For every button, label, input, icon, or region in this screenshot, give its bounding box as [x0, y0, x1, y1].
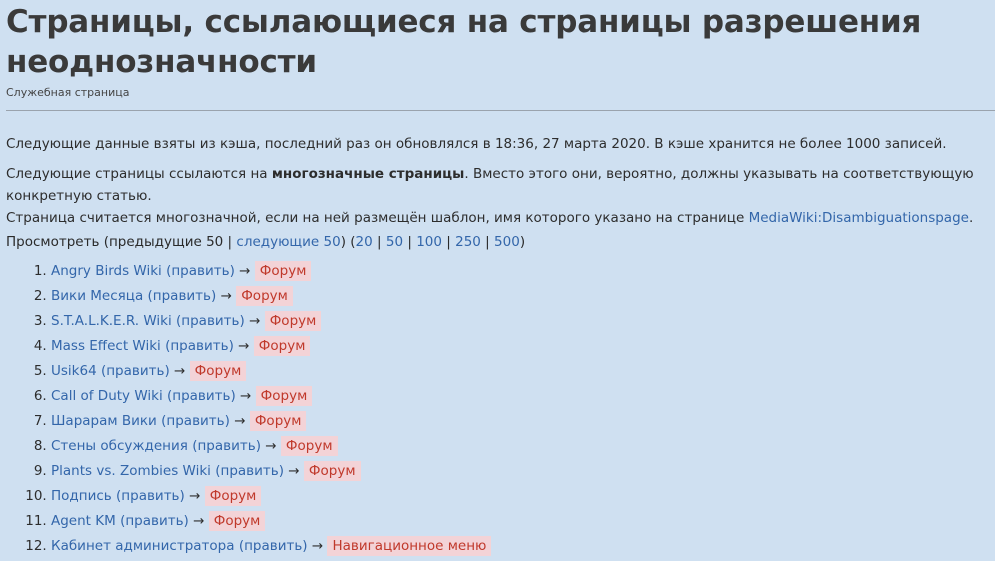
pager-separator: |: [480, 234, 495, 250]
page-link[interactable]: Plants vs. Zombies Wiki: [51, 463, 211, 479]
arrow-icon: →: [260, 438, 281, 454]
edit-link[interactable]: (править): [161, 413, 230, 429]
arrow-icon: →: [216, 288, 237, 304]
arrow-icon: →: [184, 488, 205, 504]
page-link[interactable]: Кабинет администратора: [51, 538, 235, 554]
target-link[interactable]: Форум: [204, 486, 262, 506]
target-link[interactable]: Форум: [280, 436, 338, 456]
edit-link[interactable]: (править): [192, 438, 261, 454]
pager-mid: ) (: [340, 234, 356, 250]
intro-text-before: Следующие страницы ссылаются на: [6, 166, 272, 182]
pager-separator: |: [403, 234, 417, 250]
page-link[interactable]: Вики Месяца: [51, 288, 143, 304]
edit-link[interactable]: (править): [116, 488, 185, 504]
target-link[interactable]: Форум: [264, 311, 322, 331]
list-item: Стены обсуждения (править) → Форум: [51, 434, 991, 459]
pager-separator: |: [372, 234, 386, 250]
edit-link[interactable]: (править): [148, 288, 217, 304]
pager-size-link[interactable]: 20: [356, 234, 373, 250]
page-link[interactable]: Angry Birds Wiki: [51, 263, 162, 279]
list-item: Mass Effect Wiki (править) → Форум: [51, 334, 991, 359]
arrow-icon: →: [284, 463, 304, 479]
arrow-icon: →: [244, 313, 265, 329]
list-item: Вики Месяца (править) → Форум: [51, 284, 991, 309]
page-link[interactable]: Шарарам Вики: [51, 413, 157, 429]
edit-link[interactable]: (править): [101, 363, 170, 379]
page-subtitle: Служебная страница: [6, 86, 130, 99]
pager-size-link[interactable]: 500: [494, 234, 520, 250]
list-item: Plants vs. Zombies Wiki (править) → Фору…: [51, 459, 991, 484]
list-item: Кабинет администратора (править) → Навиг…: [51, 534, 991, 559]
edit-link[interactable]: (править): [165, 338, 234, 354]
pager: Просмотреть (предыдущие 50 | следующие 5…: [6, 231, 991, 253]
list-item: S.T.A.L.K.E.R. Wiki (править) → Форум: [51, 309, 991, 334]
page: Страницы, ссылающиеся на страницы разреш…: [0, 2, 995, 559]
list-item: Call of Duty Wiki (править) → Форум: [51, 384, 991, 409]
page-link[interactable]: Mass Effect Wiki: [51, 338, 161, 354]
template-paragraph: Страница считается многозначной, если на…: [6, 207, 991, 229]
disambiguation-links-list: Angry Birds Wiki (править) → ФорумВики М…: [6, 259, 991, 559]
arrow-icon: →: [235, 388, 256, 404]
pager-prefix: Просмотреть (предыдущие 50 |: [6, 234, 237, 250]
target-link[interactable]: Форум: [303, 461, 361, 481]
list-item: Agent KM (править) → Форум: [51, 509, 991, 534]
edit-link[interactable]: (править): [215, 463, 284, 479]
pager-size-link[interactable]: 250: [455, 234, 481, 250]
pager-size-link[interactable]: 100: [416, 234, 442, 250]
arrow-icon: →: [229, 413, 250, 429]
template-text-before: Страница считается многозначной, если на…: [6, 210, 749, 226]
list-item: Подпись (править) → Форум: [51, 484, 991, 509]
arrow-icon: →: [307, 538, 328, 554]
target-link[interactable]: Форум: [254, 261, 312, 281]
template-text-after: .: [968, 210, 974, 226]
page-link[interactable]: S.T.A.L.K.E.R. Wiki: [51, 313, 172, 329]
target-link[interactable]: Форум: [255, 386, 313, 406]
list-item: Angry Birds Wiki (править) → Форум: [51, 259, 991, 284]
edit-link[interactable]: (править): [239, 538, 308, 554]
pager-suffix: ): [519, 234, 526, 250]
page-link[interactable]: Call of Duty Wiki: [51, 388, 163, 404]
edit-link[interactable]: (править): [167, 388, 236, 404]
disambiguationspage-link[interactable]: MediaWiki:Disambiguationspage: [749, 210, 969, 226]
arrow-icon: →: [233, 338, 254, 354]
target-link[interactable]: Форум: [249, 411, 307, 431]
target-link[interactable]: Форум: [189, 361, 247, 381]
edit-link[interactable]: (править): [120, 513, 189, 529]
list-item: Usik64 (править) → Форум: [51, 359, 991, 384]
target-link[interactable]: Форум: [253, 336, 311, 356]
arrow-icon: →: [188, 513, 209, 529]
edit-link[interactable]: (править): [166, 263, 235, 279]
page-link[interactable]: Стены обсуждения: [51, 438, 188, 454]
page-link[interactable]: Agent KM: [51, 513, 116, 529]
intro-bold: многозначные страницы: [271, 166, 465, 182]
cache-note: Следующие данные взяты из кэша, последни…: [6, 136, 947, 152]
target-link[interactable]: Форум: [236, 286, 293, 306]
page-link[interactable]: Подпись: [51, 488, 112, 504]
pager-size-link[interactable]: 50: [386, 234, 403, 250]
pager-separator: |: [441, 234, 456, 250]
pager-sizes: 20 | 50 | 100 | 250 | 500: [356, 234, 520, 250]
page-link[interactable]: Usik64: [51, 363, 97, 379]
target-link[interactable]: Форум: [208, 511, 266, 531]
page-title: Страницы, ссылающиеся на страницы разреш…: [6, 4, 922, 80]
edit-link[interactable]: (править): [176, 313, 245, 329]
title-divider: [6, 110, 995, 111]
next-50-link[interactable]: следующие 50: [236, 234, 340, 250]
intro-paragraph: Следующие страницы ссылаются на многозна…: [6, 163, 991, 207]
arrow-icon: →: [169, 363, 190, 379]
target-link[interactable]: Навигационное меню: [327, 536, 492, 556]
list-item: Шарарам Вики (править) → Форум: [51, 409, 991, 434]
arrow-icon: →: [234, 263, 255, 279]
